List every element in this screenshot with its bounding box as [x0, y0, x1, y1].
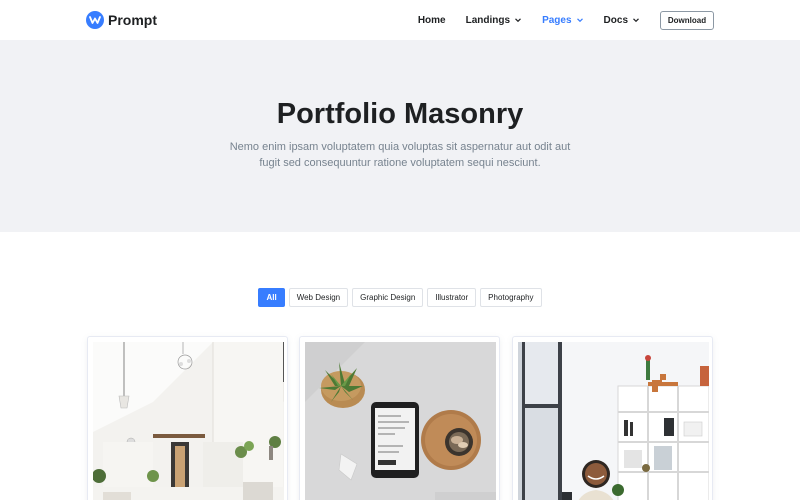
brand-logo-link[interactable]: Prompt: [86, 10, 157, 30]
chevron-down-icon: [515, 18, 522, 23]
portfolio-item[interactable]: [512, 336, 713, 500]
chevron-down-icon: [576, 18, 583, 23]
portfolio-item[interactable]: [87, 336, 288, 500]
portfolio-filter-bar: All Web Design Graphic Design Illustrato…: [0, 288, 800, 307]
download-button[interactable]: Download: [660, 10, 714, 30]
brand-name: Prompt: [108, 12, 157, 28]
filter-all-button[interactable]: All: [258, 288, 285, 307]
filter-web-design-button[interactable]: Web Design: [288, 288, 349, 307]
nav-item-label: Pages: [542, 14, 572, 26]
chevron-down-icon: [633, 18, 639, 23]
hero-subtitle-line: fugit sed consequuntur ratione voluptate…: [259, 157, 541, 169]
page-title: Portfolio Masonry: [276, 98, 524, 130]
smartphone-succulent-desk-photo: [305, 342, 496, 500]
nav-item-label: Landings: [465, 14, 511, 26]
filter-illustrator-button[interactable]: Illustrator: [427, 288, 477, 307]
nav-item-home[interactable]: Home: [418, 15, 446, 26]
hero-section: Portfolio Masonry Nemo enim ipsam volupt…: [0, 40, 800, 232]
nav-item-docs[interactable]: Docs: [604, 15, 640, 26]
prompt-logo-icon: [86, 11, 104, 29]
filter-graphic-design-button[interactable]: Graphic Design: [352, 288, 424, 307]
bright-interior-room-photo: [93, 342, 284, 500]
hero-subtitle: Nemo enim ipsam voluptatem quia voluptas…: [0, 139, 800, 171]
hero-subtitle-line: Nemo enim ipsam voluptatem quia voluptas…: [229, 141, 571, 153]
portfolio-item[interactable]: [299, 336, 500, 500]
woman-at-bookshelf-office-photo: [518, 342, 709, 500]
nav-item-label: Home: [417, 14, 446, 26]
nav-item-landings[interactable]: Landings: [466, 15, 522, 26]
nav-item-pages[interactable]: Pages: [542, 15, 583, 26]
main-nav: Home Landings Pages Docs Download: [418, 10, 714, 30]
navbar: Prompt Home Landings Pages Docs Download: [0, 0, 800, 40]
nav-item-label: Docs: [603, 14, 628, 26]
filter-photography-button[interactable]: Photography: [480, 288, 542, 307]
